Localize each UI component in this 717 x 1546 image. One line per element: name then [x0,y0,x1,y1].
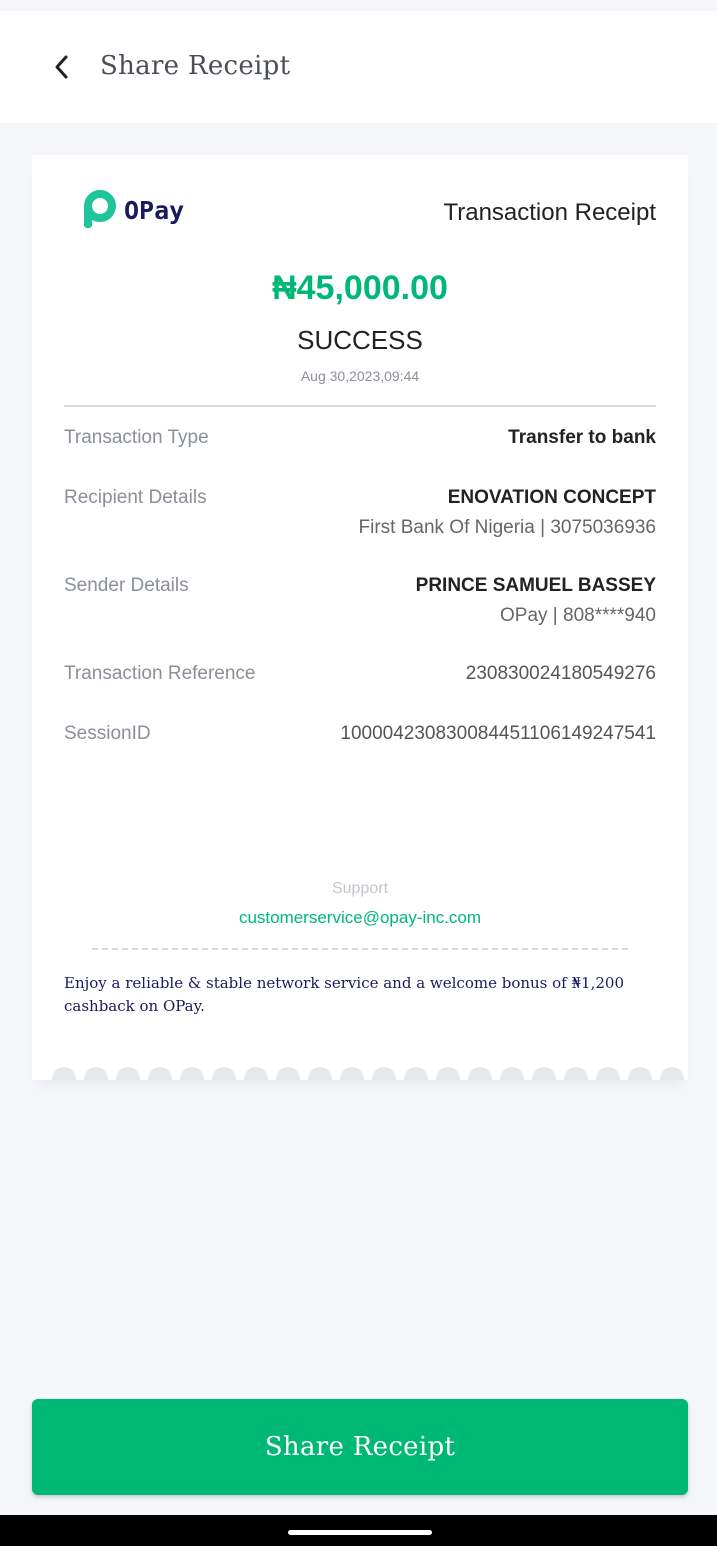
row-value: Transfer to bank [508,427,656,448]
row-label: Sender Details [64,575,189,596]
row-session-id: SessionID 100004230830084451106149247541 [64,723,656,745]
transaction-status: SUCCESS [297,325,423,355]
share-receipt-button-label: Share Receipt [264,1432,456,1462]
transaction-amount: ₦45,000.00 [272,269,448,307]
row-label: Transaction Reference [64,663,256,684]
transaction-datetime: Aug 30,2023,09:44 [300,368,420,384]
support-label: Support [331,880,389,897]
opay-logo-icon [84,190,116,228]
back-button[interactable] [44,47,80,87]
support-email-link[interactable]: customerservice@opay-inc.com [32,908,688,928]
row-label: Transaction Type [64,427,209,448]
row-transaction-type: Transaction Type Transfer to bank [64,427,656,449]
status-bar [0,0,717,11]
row-value: 100004230830084451106149247541 [340,723,656,744]
sender-name: PRINCE SAMUEL BASSEY [415,575,656,596]
promo-text: Enjoy a reliable & stable network servic… [64,974,624,1015]
dashed-divider [92,948,628,950]
chevron-left-icon [55,55,68,79]
row-recipient-details: Recipient Details ENOVATION CONCEPT Firs… [64,487,656,539]
row-label: SessionID [64,723,151,744]
sender-account: OPay | 808****940 [500,605,656,626]
divider [64,405,656,407]
receipt-card: OPay Transaction Receipt ₦45,000.00 SUCC… [32,155,688,1080]
receipt-title: Transaction Receipt [443,199,656,226]
system-nav-bar [0,1515,717,1546]
row-label: Recipient Details [64,487,207,508]
page-title: Share Receipt [100,51,291,81]
recipient-name: ENOVATION CONCEPT [447,487,656,508]
share-receipt-button[interactable]: Share Receipt [32,1399,688,1495]
row-value: 230830024180549276 [465,663,656,684]
opay-logo: OPay [82,190,184,230]
app-header: Share Receipt [0,11,717,123]
row-sender-details: Sender Details PRINCE SAMUEL BASSEY OPay… [64,575,656,627]
home-indicator[interactable] [288,1530,432,1535]
recipient-bank: First Bank Of Nigeria | 3075036936 [358,517,657,538]
brand-name: OPay [124,195,185,225]
receipt-scalloped-edge [32,1067,688,1080]
row-transaction-reference: Transaction Reference 230830024180549276 [64,663,656,685]
